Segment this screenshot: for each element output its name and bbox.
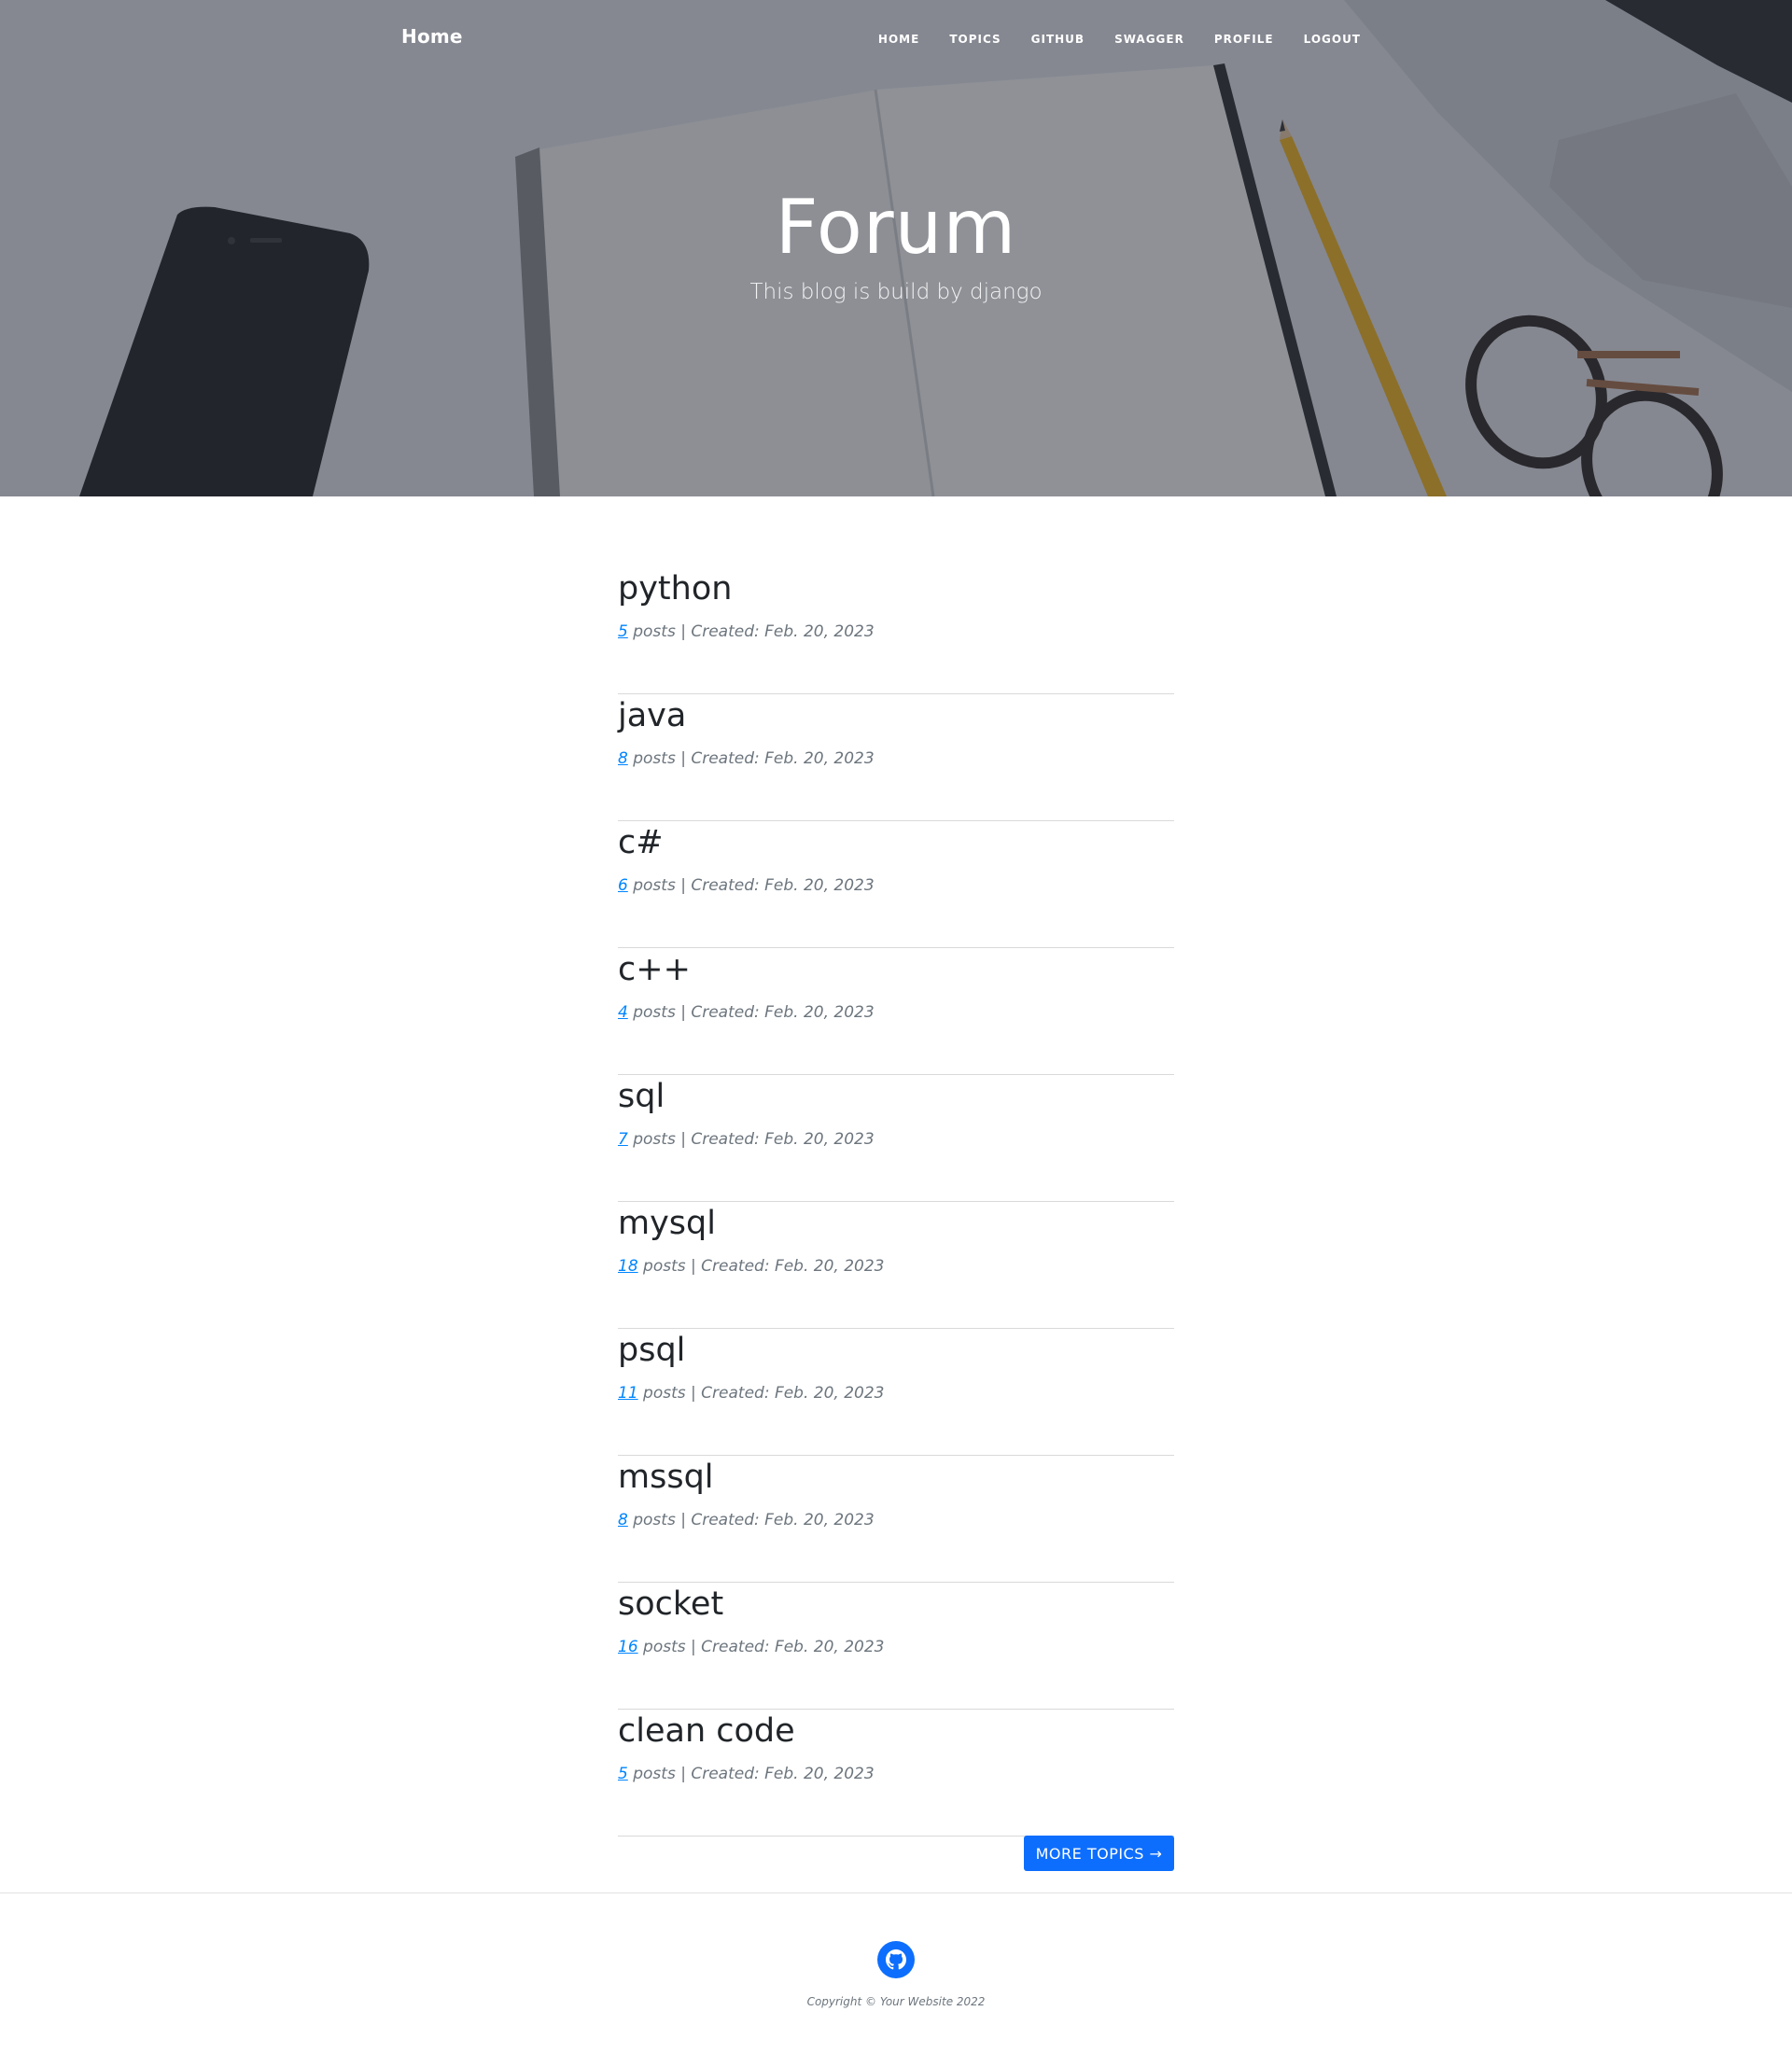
- created-date: | Created: Feb. 20, 2023: [680, 1002, 875, 1022]
- posts-label: posts: [643, 1637, 686, 1656]
- topic-item: java 8 posts | Created: Feb. 20, 2023: [618, 694, 1174, 821]
- topic-meta: 5 posts | Created: Feb. 20, 2023: [618, 1765, 1174, 1783]
- page-subtitle: This blog is build by django: [749, 280, 1043, 304]
- created-date: | Created: Feb. 20, 2023: [680, 748, 875, 768]
- topic-meta: 7 posts | Created: Feb. 20, 2023: [618, 1130, 1174, 1149]
- posts-label: posts: [633, 1764, 676, 1783]
- posts-label: posts: [633, 1510, 676, 1529]
- topics-list: python 5 posts | Created: Feb. 20, 2023 …: [618, 567, 1174, 1837]
- nav-item-logout: LOGOUT: [1304, 31, 1361, 48]
- posts-label: posts: [633, 621, 676, 641]
- created-date: | Created: Feb. 20, 2023: [691, 1256, 885, 1276]
- nav-link-logout[interactable]: LOGOUT: [1304, 33, 1361, 46]
- topic-meta: 5 posts | Created: Feb. 20, 2023: [618, 622, 1174, 641]
- created-date: | Created: Feb. 20, 2023: [680, 1129, 875, 1149]
- topic-meta: 6 posts | Created: Feb. 20, 2023: [618, 876, 1174, 895]
- topic-item: c# 6 posts | Created: Feb. 20, 2023: [618, 821, 1174, 948]
- nav-item-swagger: SWAGGER: [1114, 31, 1184, 48]
- topic-meta: 4 posts | Created: Feb. 20, 2023: [618, 1003, 1174, 1022]
- topic-item: sql 7 posts | Created: Feb. 20, 2023: [618, 1075, 1174, 1202]
- topic-post-count[interactable]: 5: [618, 622, 628, 641]
- nav-link-profile[interactable]: PROFILE: [1214, 33, 1274, 46]
- topic-title-link[interactable]: java: [618, 698, 1174, 734]
- topic-title-link[interactable]: c#: [618, 825, 1174, 861]
- nav-item-profile: PROFILE: [1214, 31, 1274, 48]
- topic-title-link[interactable]: mysql: [618, 1206, 1174, 1242]
- topic-title-link[interactable]: psql: [618, 1333, 1174, 1369]
- nav-item-topics: TOPICS: [949, 31, 1001, 48]
- created-date: | Created: Feb. 20, 2023: [691, 1637, 885, 1656]
- topic-post-count[interactable]: 7: [618, 1130, 628, 1149]
- topic-meta: 8 posts | Created: Feb. 20, 2023: [618, 749, 1174, 768]
- topic-item: clean code 5 posts | Created: Feb. 20, 2…: [618, 1710, 1174, 1837]
- github-link[interactable]: [877, 1941, 915, 1978]
- topic-item: c++ 4 posts | Created: Feb. 20, 2023: [618, 948, 1174, 1075]
- nav-item-home: HOME: [878, 31, 919, 48]
- posts-label: posts: [633, 875, 676, 895]
- nav-link-home[interactable]: HOME: [878, 33, 919, 46]
- topic-post-count[interactable]: 11: [618, 1384, 638, 1403]
- nav-link-topics[interactable]: TOPICS: [949, 33, 1001, 46]
- posts-label: posts: [633, 1002, 676, 1022]
- nav-item-github: GITHUB: [1031, 31, 1085, 48]
- topic-title-link[interactable]: socket: [618, 1586, 1174, 1623]
- topic-item: socket 16 posts | Created: Feb. 20, 2023: [618, 1583, 1174, 1710]
- created-date: | Created: Feb. 20, 2023: [680, 1510, 875, 1529]
- topic-post-count[interactable]: 4: [618, 1003, 628, 1022]
- topic-item: python 5 posts | Created: Feb. 20, 2023: [618, 567, 1174, 694]
- brand-link[interactable]: Home: [401, 25, 463, 48]
- topic-meta: 18 posts | Created: Feb. 20, 2023: [618, 1257, 1174, 1276]
- created-date: | Created: Feb. 20, 2023: [680, 621, 875, 641]
- topic-post-count[interactable]: 8: [618, 749, 628, 768]
- topic-title-link[interactable]: mssql: [618, 1459, 1174, 1496]
- nav-links: HOME TOPICS GITHUB SWAGGER PROFILE LOGOU…: [878, 31, 1361, 48]
- topic-post-count[interactable]: 18: [618, 1257, 638, 1276]
- created-date: | Created: Feb. 20, 2023: [680, 1764, 875, 1783]
- posts-label: posts: [633, 748, 676, 768]
- topic-meta: 8 posts | Created: Feb. 20, 2023: [618, 1511, 1174, 1529]
- topic-title-link[interactable]: c++: [618, 952, 1174, 988]
- posts-label: posts: [643, 1383, 686, 1403]
- posts-label: posts: [633, 1129, 676, 1149]
- copyright-text: Copyright © Your Website 2022: [806, 1995, 986, 2008]
- page-title: Forum: [775, 184, 1017, 271]
- created-date: | Created: Feb. 20, 2023: [680, 875, 875, 895]
- site-heading: Forum This blog is build by django: [0, 184, 1792, 305]
- topic-item: psql 11 posts | Created: Feb. 20, 2023: [618, 1329, 1174, 1456]
- nav-link-github[interactable]: GITHUB: [1031, 33, 1085, 46]
- created-date: | Created: Feb. 20, 2023: [691, 1383, 885, 1403]
- nav-link-swagger[interactable]: SWAGGER: [1114, 33, 1184, 46]
- github-icon: [886, 1949, 906, 1970]
- more-topics-button[interactable]: MORE TOPICS →: [1024, 1836, 1174, 1871]
- topic-post-count[interactable]: 5: [618, 1765, 628, 1783]
- topic-post-count[interactable]: 6: [618, 876, 628, 895]
- topic-post-count[interactable]: 8: [618, 1511, 628, 1529]
- navbar: Home HOME TOPICS GITHUB SWAGGER PROFILE …: [0, 0, 1792, 75]
- footer: Copyright © Your Website 2022: [0, 1892, 1792, 2053]
- topic-meta: 16 posts | Created: Feb. 20, 2023: [618, 1638, 1174, 1656]
- posts-label: posts: [643, 1256, 686, 1276]
- topic-title-link[interactable]: clean code: [618, 1713, 1174, 1750]
- topic-item: mysql 18 posts | Created: Feb. 20, 2023: [618, 1202, 1174, 1329]
- topic-title-link[interactable]: sql: [618, 1079, 1174, 1115]
- topic-post-count[interactable]: 16: [618, 1638, 638, 1656]
- masthead: Home HOME TOPICS GITHUB SWAGGER PROFILE …: [0, 0, 1792, 496]
- topic-meta: 11 posts | Created: Feb. 20, 2023: [618, 1384, 1174, 1403]
- topic-title-link[interactable]: python: [618, 571, 1174, 608]
- topic-item: mssql 8 posts | Created: Feb. 20, 2023: [618, 1456, 1174, 1583]
